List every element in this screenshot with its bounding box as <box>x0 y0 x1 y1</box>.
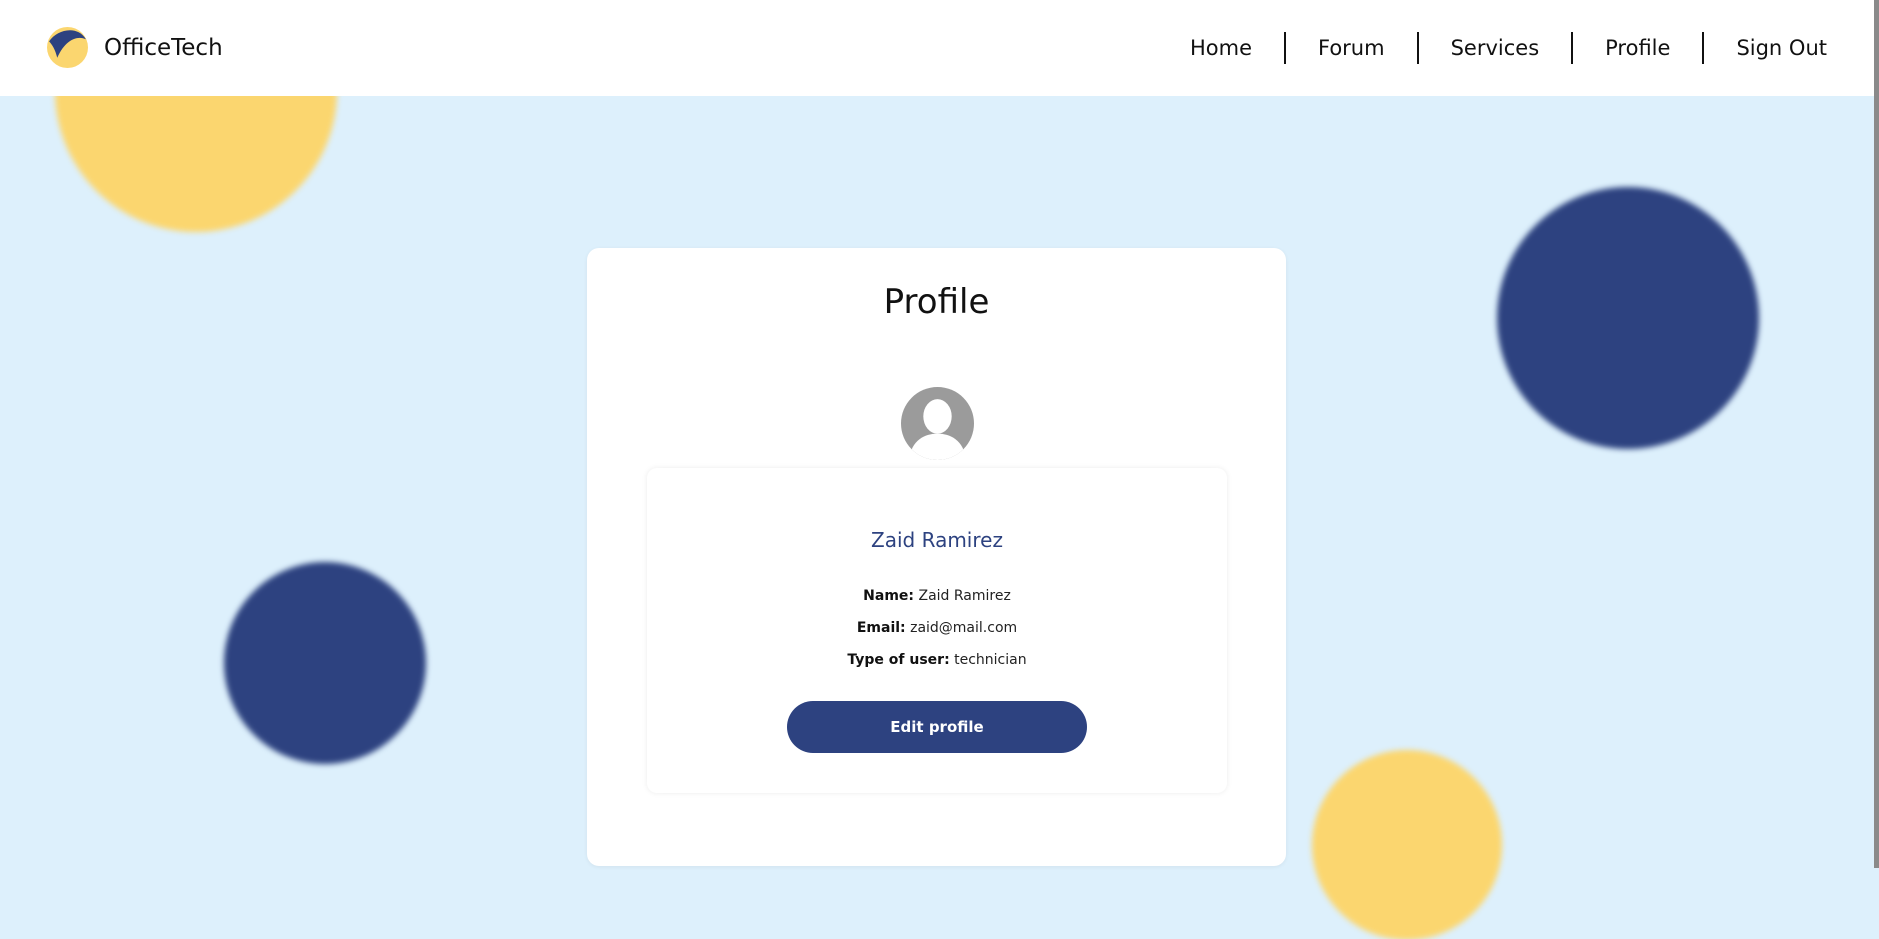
profile-display-name: Zaid Ramirez <box>871 528 1003 552</box>
officetech-logo-icon <box>47 27 88 68</box>
decorative-circle-navy <box>1497 187 1759 449</box>
email-label: Email: <box>856 620 906 636</box>
top-navbar: OfficeTech Home Forum Services Profile S… <box>0 0 1879 96</box>
brand[interactable]: OfficeTech <box>47 27 223 68</box>
nav-item-profile[interactable]: Profile <box>1573 32 1702 64</box>
nav-item-services[interactable]: Services <box>1419 32 1572 64</box>
profile-info-card: Zaid Ramirez Name: Zaid Ramirez Email: z… <box>647 468 1227 793</box>
user-type-value: technician <box>954 652 1027 668</box>
edit-profile-button[interactable]: Edit profile <box>787 701 1087 753</box>
name-value: Zaid Ramirez <box>918 588 1011 604</box>
email-value: zaid@mail.com <box>910 620 1018 636</box>
page-title: Profile <box>883 282 990 322</box>
nav-item-forum[interactable]: Forum <box>1286 32 1417 64</box>
profile-name-row: Name: Zaid Ramirez <box>647 588 1227 604</box>
brand-name: OfficeTech <box>104 34 223 61</box>
main-nav: Home Forum Services Profile Sign Out <box>1158 32 1827 64</box>
decorative-circle-yellow <box>1312 750 1502 939</box>
profile-card: Profile Zaid Ramirez Name: Zaid Ramirez … <box>587 248 1286 866</box>
name-label: Name: <box>863 588 915 604</box>
decorative-circle-navy <box>224 562 426 764</box>
profile-email-row: Email: zaid@mail.com <box>647 620 1227 636</box>
profile-user-type-row: Type of user: technician <box>647 652 1227 668</box>
page-scrollbar[interactable] <box>1874 0 1879 868</box>
nav-item-sign-out[interactable]: Sign Out <box>1704 32 1827 64</box>
user-avatar-icon <box>901 387 974 460</box>
user-type-label: Type of user: <box>847 652 950 668</box>
nav-item-home[interactable]: Home <box>1158 32 1284 64</box>
